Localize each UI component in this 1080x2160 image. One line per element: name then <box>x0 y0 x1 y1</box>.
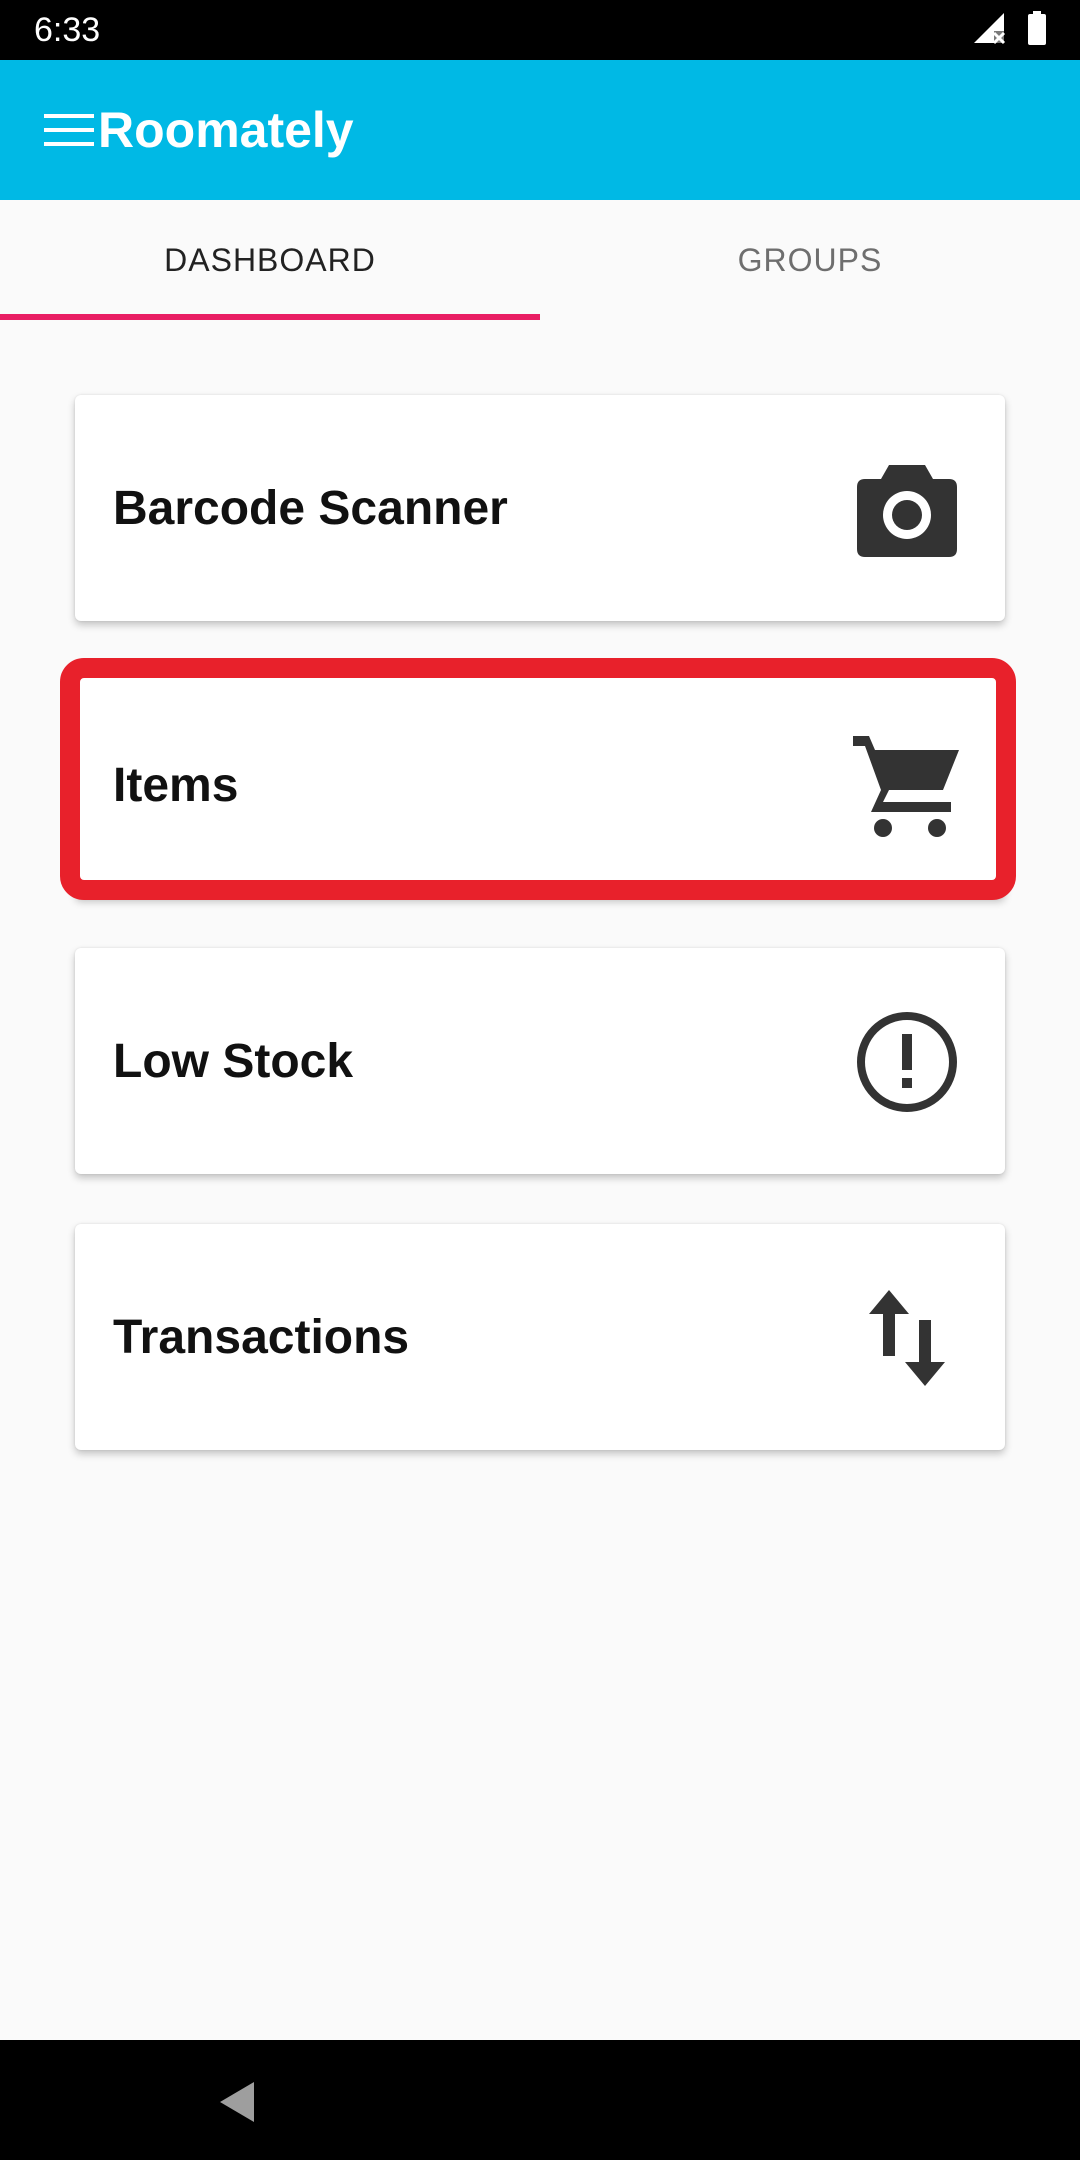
nav-bar <box>0 2040 1080 2160</box>
tab-bar: DASHBOARD GROUPS <box>0 200 1080 320</box>
card-barcode-scanner[interactable]: Barcode Scanner <box>75 395 1005 621</box>
app-title: Roomately <box>98 102 354 158</box>
alert-circle-icon <box>853 1008 961 1116</box>
card-label: Low Stock <box>113 1034 354 1088</box>
card-label: Transactions <box>113 1310 410 1364</box>
status-time: 6:33 <box>34 11 101 49</box>
tab-dashboard[interactable]: DASHBOARD <box>0 200 540 320</box>
back-triangle-icon[interactable] <box>216 2080 260 2124</box>
card-transactions[interactable]: Transactions <box>75 1224 1005 1450</box>
swap-vertical-icon <box>853 1284 961 1392</box>
tab-indicator <box>0 314 540 320</box>
status-icons <box>972 11 1046 49</box>
card-items[interactable]: Items <box>75 672 1005 898</box>
battery-full-icon <box>1028 11 1046 49</box>
app-bar: Roomately <box>0 60 1080 200</box>
shopping-cart-icon <box>853 732 961 840</box>
card-label: Items <box>113 758 239 812</box>
camera-icon <box>853 455 961 563</box>
signal-no-service-icon <box>972 11 1006 49</box>
card-label: Barcode Scanner <box>113 481 508 535</box>
status-bar: 6:33 <box>0 0 1080 60</box>
tab-groups[interactable]: GROUPS <box>540 200 1080 320</box>
hamburger-menu-icon[interactable] <box>44 112 96 148</box>
card-low-stock[interactable]: Low Stock <box>75 948 1005 1174</box>
